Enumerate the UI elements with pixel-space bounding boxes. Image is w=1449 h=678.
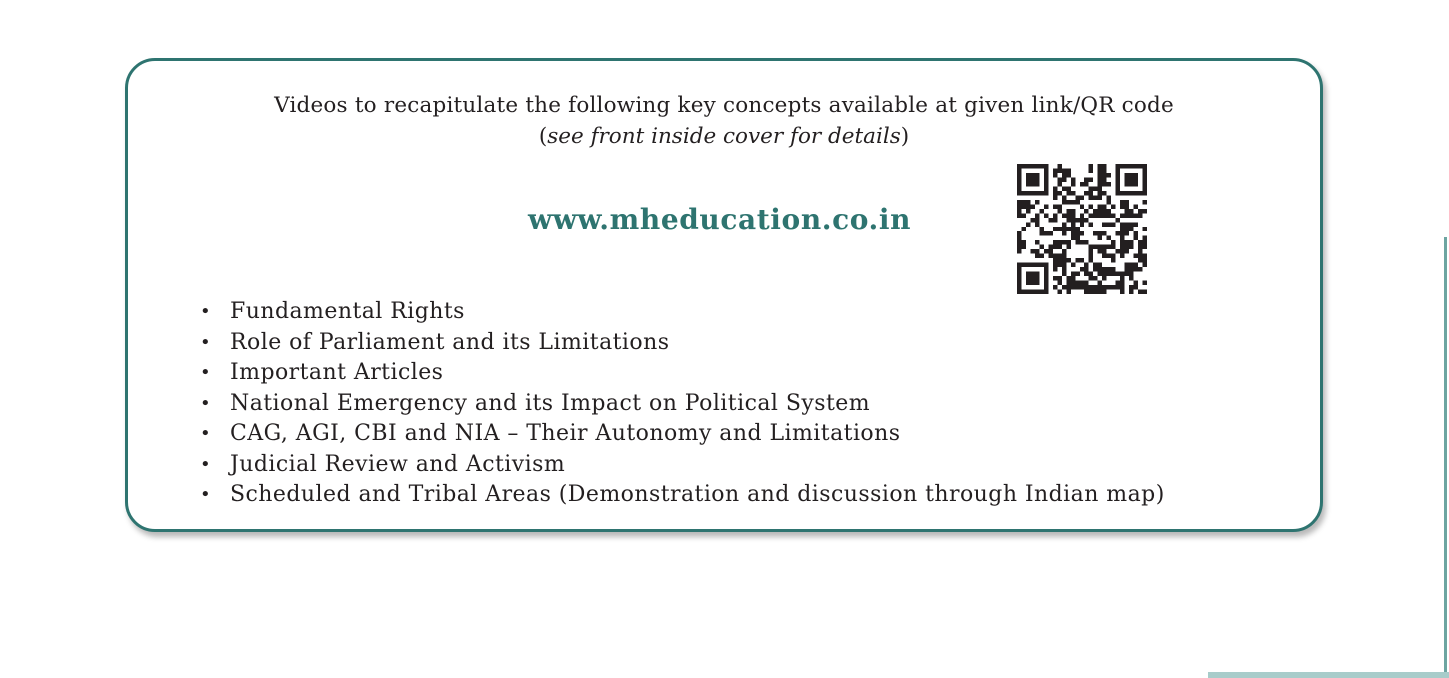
website-link[interactable]: www.mheducation.co.in <box>528 203 911 237</box>
intro-note-italic: see front inside cover for details <box>547 124 901 149</box>
intro-text: Videos to recapitulate the following key… <box>274 93 1174 118</box>
page-bottom-line <box>1208 672 1449 678</box>
intro-note-close: ) <box>900 124 910 149</box>
bullet: • <box>200 301 212 322</box>
list-item: • Important Articles <box>200 358 1165 389</box>
list-item: • Judicial Review and Activism <box>200 450 1165 481</box>
topic-label: Scheduled and Tribal Areas (Demonstratio… <box>230 482 1165 507</box>
topic-label: Important Articles <box>230 360 444 385</box>
topic-label: CAG, AGI, CBI and NIA – Their Autonomy a… <box>230 421 901 446</box>
intro-note-open: ( <box>538 124 548 149</box>
topic-label: Role of Parliament and its Limitations <box>230 329 670 355</box>
bullet: • <box>200 453 212 475</box>
concepts-box: Videos to recapitulate the following key… <box>125 58 1323 532</box>
topic-list: • Fundamental Rights • Role of Parliament … <box>200 297 1165 511</box>
list-item: • CAG, AGI, CBI and NIA – Their Autonomy … <box>200 419 1165 450</box>
list-item: • Fundamental Rights <box>200 297 1165 328</box>
topic-label: National Emergency and its Impact on Pol… <box>230 390 871 416</box>
bullet: • <box>200 484 212 505</box>
list-item: • Scheduled and Tribal Areas (Demonstrati… <box>200 480 1165 511</box>
qr-code-icon[interactable] <box>1017 164 1147 294</box>
page-edge-line <box>1444 237 1447 678</box>
topic-label: Fundamental Rights <box>230 299 465 324</box>
bullet: • <box>200 362 212 383</box>
bullet: • <box>200 392 212 414</box>
list-item: • National Emergency and its Impact on Po… <box>200 389 1165 420</box>
intro-note: (see front inside cover for details) <box>128 122 1320 152</box>
bullet: • <box>200 331 212 353</box>
list-item: • Role of Parliament and its Limitations <box>200 328 1165 359</box>
topic-label: Judicial Review and Activism <box>230 451 566 477</box>
bullet: • <box>200 423 212 444</box>
